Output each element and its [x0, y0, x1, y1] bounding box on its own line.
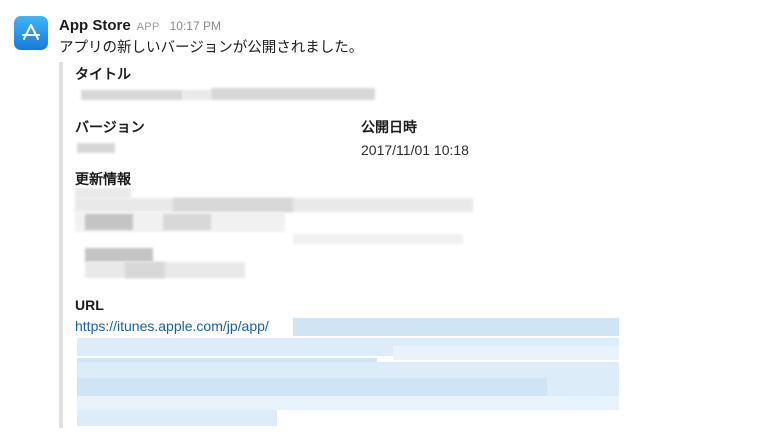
field-update-info: 更新情報	[75, 169, 131, 189]
sender-name[interactable]: App Store	[59, 17, 131, 34]
url-link-field: https://itunes.apple.com/jp/app/	[75, 318, 269, 336]
message-text: アプリの新しいバージョンが公開されました。	[59, 40, 364, 56]
field-url: URL	[75, 297, 104, 313]
app-store-url-link[interactable]: https://itunes.apple.com/jp/app/	[75, 318, 269, 334]
published-label: 公開日時	[361, 119, 417, 135]
url-label: URL	[75, 297, 104, 313]
app-badge: APP	[136, 21, 160, 33]
update-info-label: 更新情報	[75, 171, 131, 187]
field-title: タイトル	[75, 64, 131, 84]
message-header: App Store APP 10:17 PM	[59, 17, 221, 35]
version-label: バージョン	[75, 119, 145, 135]
version-value-redacted	[77, 143, 115, 153]
published-value: 2017/11/01 10:18	[361, 142, 469, 158]
field-version: バージョン	[75, 117, 145, 137]
message-timestamp[interactable]: 10:17 PM	[170, 19, 221, 33]
app-store-avatar[interactable]	[14, 16, 48, 50]
app-store-icon	[22, 24, 40, 40]
field-published-date: 公開日時 2017/11/01 10:18	[361, 117, 469, 158]
title-label: タイトル	[75, 66, 131, 82]
message-attachment: タイトル バージョン 公開日時 2017/11/01 10:18 更新情報 UR…	[59, 62, 623, 428]
